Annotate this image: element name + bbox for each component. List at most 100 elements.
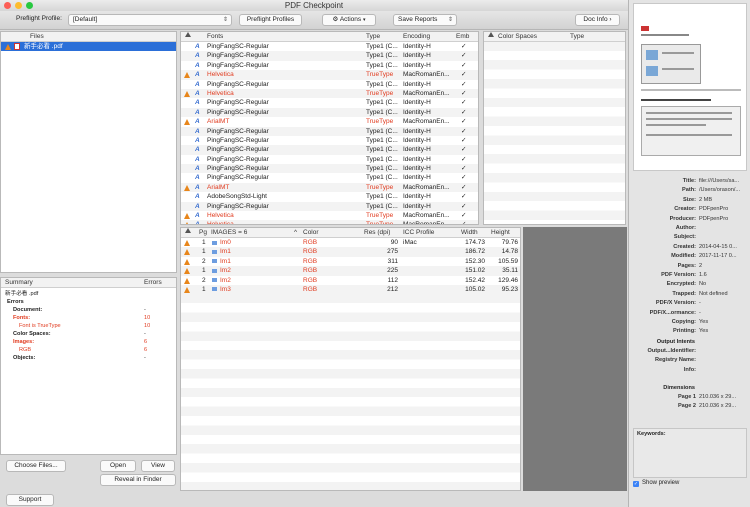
font-name: PingFangSC-Regular bbox=[207, 52, 269, 60]
summary-row[interactable]: Objects: - bbox=[1, 354, 176, 362]
font-row[interactable]: A ArialMT TrueType MacRomanEn... ✓ bbox=[181, 182, 478, 193]
font-name: Helvetica bbox=[207, 221, 234, 225]
doc-info-key: Subject: bbox=[673, 234, 696, 241]
font-type: TrueType bbox=[366, 118, 394, 126]
font-embedded: ✓ bbox=[461, 174, 467, 182]
show-preview-checkbox[interactable]: ✓ bbox=[633, 481, 639, 487]
doc-info-key: Trapped: bbox=[672, 290, 696, 297]
font-row[interactable]: A PingFangSC-Regular Type1 (C... Identity-H… bbox=[181, 155, 478, 164]
encoding-column-header[interactable]: Encoding bbox=[403, 32, 430, 42]
font-row[interactable]: A AdobeSongStd-Light Type1 (C... Identity-H… bbox=[181, 192, 478, 201]
summary-column-header[interactable]: Summary bbox=[5, 278, 33, 288]
summary-row[interactable]: Errors bbox=[1, 298, 176, 306]
font-row[interactable]: A PingFangSC-Regular Type1 (C... Identity-H… bbox=[181, 145, 478, 155]
font-row[interactable]: A Helvetica TrueType MacRomanEn... ✓ bbox=[181, 211, 478, 220]
doc-info-button[interactable]: Doc Info › bbox=[575, 14, 620, 26]
image-type-icon bbox=[212, 249, 217, 254]
doc-info-key: PDF Version: bbox=[661, 272, 696, 278]
images-column-header[interactable]: IMAGES = 6 bbox=[211, 228, 247, 238]
actions-menu-button[interactable]: ⚙ Actions ▾ bbox=[322, 14, 376, 26]
font-row[interactable]: A PingFangSC-Regular Type1 (C... Identity-H… bbox=[181, 126, 478, 136]
summary-row[interactable]: Fonts: 10 bbox=[1, 314, 176, 322]
font-row[interactable]: A PingFangSC-Regular Type1 (C... Identity-H… bbox=[181, 173, 478, 182]
color-column-header[interactable]: Color bbox=[303, 228, 319, 238]
summary-row[interactable]: RGB 6 bbox=[1, 346, 176, 354]
type-column-header[interactable]: Type bbox=[366, 32, 380, 42]
zoom-window-button[interactable] bbox=[26, 2, 33, 9]
font-row[interactable]: A ArialMT TrueType MacRomanEn... ✓ bbox=[181, 117, 478, 126]
support-button[interactable]: Support bbox=[6, 494, 54, 506]
font-embedded: ✓ bbox=[461, 183, 467, 191]
doc-info-key: Registry Name: bbox=[654, 357, 696, 364]
font-row[interactable]: A PingFangSC-Regular Type1 (C... Identity-H… bbox=[181, 136, 478, 145]
font-row[interactable]: A PingFangSC-Regular Type1 (C... Identity-H… bbox=[181, 42, 478, 51]
font-type-icon: A bbox=[195, 71, 200, 79]
open-button[interactable]: Open bbox=[100, 460, 136, 472]
font-name: PingFangSC-Regular bbox=[207, 174, 269, 182]
summary-pane: Summary Errors 新手必看 .pdf Errors Document:… bbox=[0, 277, 177, 455]
font-name: PingFangSC-Regular bbox=[207, 43, 269, 50]
font-type-icon: A bbox=[195, 202, 200, 210]
font-embedded: ✓ bbox=[461, 221, 467, 225]
doc-info-key: Page 1 bbox=[677, 394, 696, 400]
save-reports-button[interactable]: Save Reports ⇕ bbox=[393, 14, 457, 26]
font-embedded: ✓ bbox=[461, 89, 467, 97]
colorspaces-column-header[interactable]: Color Spaces bbox=[498, 32, 537, 42]
height-column-header[interactable]: Height bbox=[491, 228, 510, 238]
emb-column-header[interactable]: Emb bbox=[456, 32, 469, 42]
view-button[interactable]: View bbox=[141, 460, 175, 472]
font-type: TrueType bbox=[366, 89, 394, 97]
font-embedded: ✓ bbox=[461, 202, 467, 210]
colorspace-type-column-header[interactable]: Type bbox=[570, 32, 584, 42]
font-row[interactable]: A PingFangSC-Regular Type1 (C... Identity-H… bbox=[181, 98, 478, 107]
icc-column-header[interactable]: ICC Profile bbox=[403, 228, 434, 238]
summary-row[interactable]: Document: - bbox=[1, 306, 176, 314]
font-type: Type1 (C... bbox=[366, 61, 398, 69]
page-preview-thumbnail[interactable] bbox=[633, 3, 747, 171]
font-name: AdobeSongStd-Light bbox=[207, 193, 267, 201]
summary-value: - bbox=[144, 355, 146, 361]
preflight-profile-select[interactable]: [Default] ⇕ bbox=[68, 14, 232, 26]
font-encoding: Identity-H bbox=[403, 202, 431, 210]
font-row[interactable]: A PingFangSC-Regular Type1 (C... Identity-H… bbox=[181, 61, 478, 70]
image-row[interactable]: 2 Im1 RGB 311 152.30 105.59 bbox=[181, 257, 520, 266]
warning-icon bbox=[184, 213, 190, 220]
font-row[interactable]: A Helvetica TrueType MacRomanEn... ✓ bbox=[181, 88, 478, 99]
image-row[interactable]: 1 Im2 RGB 225 151.02 35.11 bbox=[181, 266, 520, 276]
font-encoding: Identity-H bbox=[403, 165, 431, 173]
file-row[interactable]: 新手必看 .pdf bbox=[1, 42, 176, 51]
reveal-in-finder-button[interactable]: Reveal in Finder bbox=[100, 474, 176, 486]
minimize-window-button[interactable] bbox=[15, 2, 22, 9]
font-row[interactable]: A PingFangSC-Regular Type1 (C... Identity-H… bbox=[181, 80, 478, 89]
image-row[interactable]: 2 Im2 RGB 112 152.42 129.46 bbox=[181, 276, 520, 285]
errors-column-header[interactable]: Errors bbox=[144, 278, 162, 288]
summary-row[interactable]: Color Spaces: - bbox=[1, 330, 176, 338]
warning-icon bbox=[5, 43, 11, 50]
font-row[interactable]: A PingFangSC-Regular Type1 (C... Identity-H… bbox=[181, 164, 478, 174]
doc-info-value: 2017-11-17 0... bbox=[699, 253, 737, 260]
font-type: Type1 (C... bbox=[366, 108, 398, 116]
res-column-header[interactable]: Res (dpi) bbox=[364, 228, 390, 238]
preflight-profiles-button[interactable]: Preflight Profiles bbox=[239, 14, 302, 26]
font-type-icon: A bbox=[195, 136, 200, 144]
font-encoding: Identity-H bbox=[403, 99, 431, 107]
summary-row[interactable]: Font is TrueType 10 bbox=[1, 322, 176, 330]
font-row[interactable]: A Helvetica TrueType MacRomanEn... ✓ bbox=[181, 220, 478, 225]
image-row[interactable]: 1 Im0 RGB 90 iMac 174.73 79.76 bbox=[181, 238, 520, 247]
fonts-column-header[interactable]: Fonts bbox=[207, 32, 223, 42]
font-row[interactable]: A Helvetica TrueType MacRomanEn... ✓ bbox=[181, 70, 478, 80]
width-column-header[interactable]: Width bbox=[461, 228, 478, 238]
summary-row[interactable]: Images: 6 bbox=[1, 338, 176, 346]
image-type-icon bbox=[212, 259, 217, 264]
files-column-header[interactable]: Files bbox=[30, 32, 44, 42]
font-row[interactable]: A PingFangSC-Regular Type1 (C... Identity-H… bbox=[181, 51, 478, 61]
font-row[interactable]: A PingFangSC-Regular Type1 (C... Identity-H… bbox=[181, 107, 478, 118]
choose-files-button[interactable]: Choose Files... bbox=[6, 460, 66, 472]
pg-column-header[interactable]: Pg bbox=[199, 228, 207, 238]
font-encoding: Identity-H bbox=[403, 127, 431, 135]
close-window-button[interactable] bbox=[4, 2, 11, 9]
image-row[interactable]: 1 Im3 RGB 212 105.02 95.23 bbox=[181, 284, 520, 295]
image-row[interactable]: 1 Im1 RGB 275 186.72 14.78 bbox=[181, 247, 520, 257]
popup-arrows-icon: ⇕ bbox=[447, 17, 453, 23]
font-row[interactable]: A PingFangSC-Regular Type1 (C... Identity-H… bbox=[181, 201, 478, 212]
